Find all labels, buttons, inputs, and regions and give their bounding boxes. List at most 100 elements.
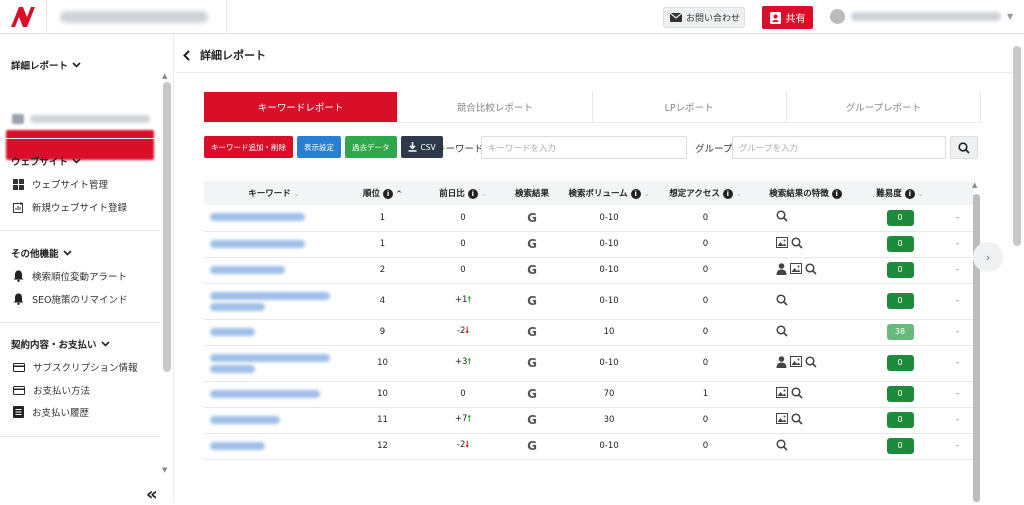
column-header-difficulty[interactable]: 難易度 i ⌄ [859,181,941,205]
share-button[interactable]: 共有 [762,6,813,29]
app-logo[interactable] [9,5,37,29]
sidebar-item-rank-alert[interactable]: 検索順位変動アラート [13,269,127,283]
column-header-rank[interactable]: 順位 i ^ [344,181,421,205]
sidebar-item-seo-reminder[interactable]: SEO施策のリマインド [13,292,128,306]
table-row[interactable]: 10 0 G 70 1 0- [204,381,974,408]
serp-cell[interactable]: G [505,257,559,284]
report-tabs: キーワードレポート 競合比較レポート LPレポート グループレポート [204,92,981,123]
sidebar-section-other[interactable]: その他機能 [11,246,72,260]
serp-cell[interactable]: G [505,433,559,460]
group-search-input[interactable]: グループを入力 [732,136,946,159]
change-cell: -2🠗 [421,433,505,460]
table-row[interactable]: 1 0 G 0-10 0 0- [204,205,974,232]
past-data-button[interactable]: 過去データ [345,136,397,158]
google-icon[interactable]: G [527,356,537,370]
image-icon [775,387,788,399]
table-row[interactable]: 10 +3🠕 G 0-10 0 0- [204,345,974,382]
serp-cell[interactable]: G [505,345,559,382]
main-scrollbar[interactable] [1013,46,1021,246]
sidebar: ▲ ▼ 詳細レポート ウェブサイト ウェブサイト管理 新規ウェブサイト登録 その… [0,34,174,505]
scroll-down-icon[interactable]: ▼ [162,466,167,474]
difficulty-cell: 0 [859,257,941,284]
serp-cell[interactable]: G [505,319,559,346]
rank-cell: 4 [344,283,421,320]
keyword-cell[interactable] [204,319,344,346]
tab-keyword-report[interactable]: キーワードレポート [204,92,399,122]
volume-cell: 30 [559,407,659,434]
table-row[interactable]: 2 0 G 0-10 0 0- [204,257,974,284]
table-row[interactable]: 9 -2🠗 G 10 0 38 - [204,319,974,346]
table-row[interactable]: 12 -2🠗 G 0-10 0 0- [204,433,974,460]
google-icon[interactable]: G [527,413,537,427]
display-settings-button[interactable]: 表示設定 [297,136,341,158]
column-header-volume[interactable]: 検索ボリューム i ⌄ [559,181,659,205]
scroll-right-button[interactable]: › [973,242,1003,272]
keyword-cell[interactable] [204,257,344,284]
add-delete-keyword-button[interactable]: キーワード追加・削除 [204,136,293,158]
sidebar-item-label: 検索順位変動アラート [32,272,128,283]
serp-cell[interactable]: G [505,381,559,408]
sidebar-section-detail-report[interactable]: 詳細レポート [11,58,81,72]
features-cell [752,231,859,258]
table-row[interactable]: 1 0 G 0-10 0 0- [204,231,974,258]
magnifier-icon [790,237,803,249]
tab-competitor-report[interactable]: 競合比較レポート [398,92,593,122]
section-title: ウェブサイト [11,157,69,168]
keyword-cell[interactable] [204,381,344,408]
keyword-cell[interactable] [204,345,344,382]
difficulty-cell: 38 [859,319,941,346]
serp-cell[interactable]: G [505,205,559,232]
change-cell: 0 [421,205,505,232]
sidebar-item-subscription[interactable]: サブスクリプション情報 [13,360,138,374]
table-row[interactable]: 4 +1🠕 G 0-10 0 0- [204,283,974,320]
google-icon[interactable]: G [527,211,537,225]
tab-lp-report[interactable]: LPレポート [593,92,787,122]
tab-group-report[interactable]: グループレポート [787,92,981,122]
google-icon[interactable]: G [527,294,537,308]
google-icon[interactable]: G [527,325,537,339]
keyword-cell[interactable] [204,283,344,320]
column-header-change[interactable]: 前日比 i ⌄ [421,181,505,205]
scroll-up-icon[interactable]: ▲ [162,72,167,80]
search-button[interactable] [950,136,978,159]
keyword-cell[interactable] [204,205,344,232]
change-cell: -2🠗 [421,319,505,346]
sidebar-section-website[interactable]: ウェブサイト [11,154,81,168]
contact-button[interactable]: お問い合わせ [663,7,745,28]
scroll-up-icon[interactable]: ▲ [972,181,977,189]
google-icon[interactable]: G [527,237,537,251]
column-header-keyword[interactable]: キーワード ⌄ [204,181,344,205]
sidebar-item-payment-method[interactable]: お支払い方法 [13,383,90,397]
sidebar-scrollbar[interactable] [163,82,171,372]
receipt-icon [13,406,24,418]
sidebar-item-website[interactable] [12,114,152,124]
difficulty-badge: 0 [886,209,914,226]
sidebar-item-payment-history[interactable]: お支払い履歴 [13,405,89,419]
back-arrow-icon[interactable] [183,49,190,61]
sidebar-section-contract[interactable]: 契約内容・お支払い [11,337,110,351]
serp-cell[interactable]: G [505,283,559,320]
extra-cell: - [941,407,974,434]
keyword-cell[interactable] [204,433,344,460]
sidebar-item-new-website[interactable]: 新規ウェブサイト登録 [13,200,127,214]
csv-label: CSV [420,142,436,152]
sidebar-item-website-management[interactable]: ウェブサイト管理 [13,177,108,191]
google-icon[interactable]: G [527,263,537,277]
column-header-access[interactable]: 想定アクセス i ⌄ [659,181,752,205]
user-menu[interactable]: ▼ [830,9,1013,24]
table-scrollbar[interactable] [973,194,980,502]
sidebar-item-label: SEO施策のリマインド [32,295,128,306]
page-header: 詳細レポート [183,47,266,63]
google-icon[interactable]: G [527,439,537,453]
website-selector[interactable] [60,11,208,23]
serp-cell[interactable]: G [505,407,559,434]
table-row[interactable]: 11 +7🠕 G 30 0 0- [204,407,974,434]
keyword-search-input[interactable]: キーワードを入力 [481,136,687,159]
keyword-cell[interactable] [204,407,344,434]
keyword-cell[interactable] [204,231,344,258]
serp-cell[interactable]: G [505,231,559,258]
google-icon[interactable]: G [527,387,537,401]
change-cell: +1🠕 [421,283,505,320]
top-bar: お問い合わせ 共有 ▼ [0,0,1024,34]
info-icon: i [722,188,733,199]
